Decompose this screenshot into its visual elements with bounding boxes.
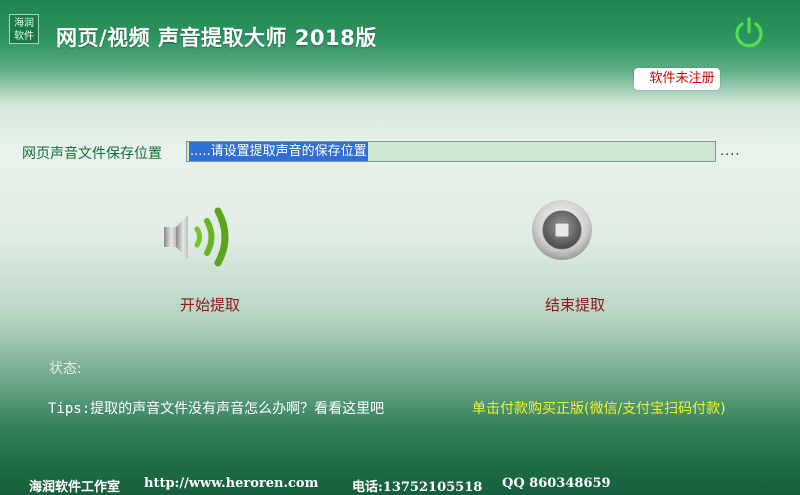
footer-bar: 海润软件工作室 http://www.heroren.com 电话:137521… (0, 469, 800, 495)
footer-qq: QQ 860348659 (502, 476, 611, 491)
registration-status-badge[interactable]: 软件未注册 (634, 68, 720, 90)
stop-extract-button[interactable]: 结束提取 (545, 294, 605, 315)
tips-link[interactable]: Tips:提取的声音文件没有声音怎么办啊？看看这里吧 (48, 398, 384, 418)
footer-company: 海润软件工作室 (29, 480, 121, 495)
status-label: 状态: (49, 361, 82, 377)
save-path-input[interactable]: .....请设置提取声音的保存位置 (186, 141, 716, 162)
stop-icon[interactable] (530, 198, 594, 262)
footer-website[interactable]: http://www.heroren.com (144, 476, 318, 491)
save-path-value: .....请设置提取声音的保存位置 (189, 142, 368, 161)
speaker-sound-icon[interactable] (160, 203, 246, 271)
power-icon[interactable] (731, 15, 767, 51)
browse-button[interactable]: .... (720, 144, 741, 159)
app-logo-text: 海润软件 (14, 18, 34, 42)
save-path-label: 网页声音文件保存位置 (22, 146, 162, 162)
app-logo: 海润软件 (9, 14, 39, 44)
footer-phone: 电话:13752105518 (352, 480, 483, 495)
buy-license-link[interactable]: 单击付款购买正版(微信/支付宝扫码付款) (472, 398, 726, 418)
start-extract-button[interactable]: 开始提取 (180, 294, 240, 315)
app-title: 网页/视频 声音提取大师 2018版 (56, 26, 377, 50)
